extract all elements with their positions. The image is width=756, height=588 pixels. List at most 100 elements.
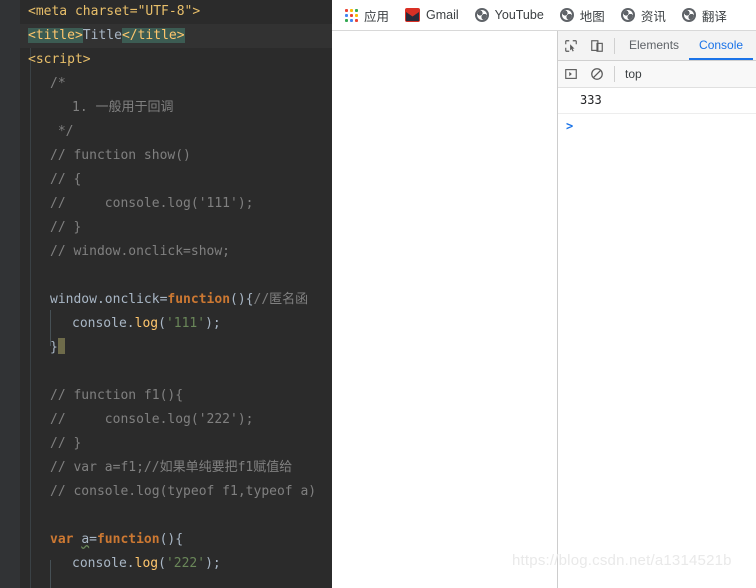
code-token: //匿名函 — [253, 292, 309, 307]
code-token: ); — [205, 316, 221, 331]
page-viewport[interactable] — [332, 31, 557, 588]
text-caret — [57, 338, 65, 354]
devtools-tab-bar[interactable]: Elements Console — [558, 31, 756, 61]
tab-elements[interactable]: Elements — [619, 31, 689, 60]
bookmark-item-3[interactable]: YouTube — [468, 6, 551, 24]
code-token: // function show() — [50, 148, 191, 163]
code-line[interactable]: console.log('222'); — [20, 552, 332, 576]
code-token: log — [134, 316, 159, 331]
code-token: // function f1(){ — [50, 388, 184, 403]
code-token: var — [50, 532, 82, 547]
code-line[interactable] — [20, 264, 332, 288]
bookmark-item-4[interactable]: 地图 — [553, 4, 612, 27]
code-token: </title> — [121, 28, 185, 43]
console-sidebar-icon[interactable] — [558, 60, 584, 88]
code-line[interactable]: // { — [20, 168, 332, 192]
bookmark-item-1[interactable]: 应用 — [338, 4, 396, 27]
code-token: // var a=f1;//如果单纯要把f1赋值给 — [50, 460, 293, 475]
code-token: ); — [205, 556, 221, 571]
code-line[interactable]: <title>Title</title> — [20, 24, 332, 48]
code-line[interactable]: 1. 一般用于回调 — [20, 96, 332, 120]
apps-grid-icon — [345, 8, 358, 22]
code-token: (){ — [159, 532, 184, 547]
code-line[interactable]: /* — [20, 72, 332, 96]
code-token: */ — [50, 124, 74, 139]
device-toolbar-icon[interactable] — [584, 32, 610, 60]
execution-context-selector[interactable]: top — [619, 67, 642, 81]
bookmark-item-5[interactable]: 资讯 — [614, 4, 673, 27]
code-token: ( — [158, 316, 166, 331]
code-line[interactable]: window.onclick=function(){//匿名函 — [20, 288, 332, 312]
bookmark-item-2[interactable]: Gmail — [398, 6, 466, 24]
clear-console-icon[interactable] — [584, 60, 610, 88]
globe-icon — [681, 8, 696, 22]
code-token: // } — [50, 436, 82, 451]
toolbar-separator — [614, 66, 615, 82]
globe-icon — [620, 8, 635, 22]
code-token: // window.onclick=show; — [50, 244, 231, 259]
code-token: // console.log('111'); — [50, 196, 254, 211]
console-input-prompt[interactable]: > — [558, 114, 756, 138]
code-token: Title — [82, 28, 122, 43]
console-output[interactable]: 333 > — [558, 88, 756, 588]
devtools-panel[interactable]: Elements Console top 333 > — [557, 31, 756, 588]
code-token: console. — [72, 316, 135, 331]
code-token: ( — [158, 556, 166, 571]
code-token: // { — [50, 172, 82, 187]
editor-code-area[interactable]: <meta charset="UTF-8"> <title>Title</titl… — [20, 0, 332, 588]
code-token: window.onclick= — [50, 292, 168, 307]
code-token: console. — [72, 556, 135, 571]
gmail-icon — [405, 8, 421, 22]
globe-icon — [474, 8, 489, 22]
code-line[interactable] — [20, 360, 332, 384]
code-line[interactable]: } — [20, 336, 332, 360]
code-line[interactable]: // } — [20, 432, 332, 456]
editor-line-gutter[interactable] — [0, 0, 20, 588]
code-line[interactable]: // var a=f1;//如果单纯要把f1赋值给 — [20, 456, 332, 480]
code-line[interactable]: // window.onclick=show; — [20, 240, 332, 264]
bookmark-label: 资讯 — [640, 9, 666, 24]
toolbar-separator — [614, 37, 615, 54]
code-token: = — [89, 532, 97, 547]
code-token: (){ — [230, 292, 254, 307]
code-line[interactable]: // function show() — [20, 144, 332, 168]
code-line[interactable]: // console.log('222'); — [20, 408, 332, 432]
code-token: log — [134, 556, 159, 571]
code-token: function — [167, 292, 231, 307]
code-line[interactable]: // } — [20, 216, 332, 240]
bookmark-label: YouTube — [494, 8, 544, 22]
code-token: '111' — [165, 316, 206, 331]
code-token: // console.log('222'); — [50, 412, 254, 427]
tab-console[interactable]: Console — [689, 31, 754, 60]
code-token: <title> — [28, 28, 83, 43]
globe-icon — [559, 8, 574, 22]
bookmark-label: 翻译 — [701, 9, 727, 24]
code-token: <script> — [28, 52, 91, 67]
code-line[interactable]: // function f1(){ — [20, 384, 332, 408]
code-line[interactable]: console.log('111'); — [20, 312, 332, 336]
code-token: <meta charset="UTF-8"> — [28, 4, 201, 19]
code-line[interactable]: <script> — [20, 48, 332, 72]
code-line[interactable]: // console.log('111'); — [20, 192, 332, 216]
code-editor-pane[interactable]: <meta charset="UTF-8"> <title>Title</titl… — [0, 0, 332, 588]
code-token: } — [50, 340, 58, 355]
bookmark-item-6[interactable]: 翻译 — [675, 4, 734, 27]
bookmark-label: 地图 — [579, 9, 605, 24]
code-token: function — [96, 532, 160, 547]
code-line[interactable]: // console.log(typeof f1,typeof a) — [20, 480, 332, 504]
bookmarks-bar[interactable]: 应用 Gmail YouTube 地图 资讯 翻译 — [332, 0, 756, 31]
console-message: 333 — [558, 88, 756, 114]
code-token: /* — [50, 76, 66, 91]
code-line[interactable]: */ — [20, 120, 332, 144]
code-token: // } — [50, 220, 82, 235]
bookmark-label: 应用 — [364, 9, 390, 24]
inspect-element-icon[interactable] — [558, 32, 584, 60]
console-toolbar[interactable]: top — [558, 61, 756, 88]
code-line[interactable]: <meta charset="UTF-8"> — [20, 0, 332, 24]
chrome-browser-window: 应用 Gmail YouTube 地图 资讯 翻译 Elements Console — [332, 0, 756, 588]
code-line[interactable] — [20, 504, 332, 528]
code-line[interactable]: var a=function(){ — [20, 528, 332, 552]
bookmark-label: Gmail — [426, 8, 459, 22]
code-token: a — [81, 532, 90, 547]
code-token: // console.log(typeof f1,typeof a) — [50, 484, 317, 499]
